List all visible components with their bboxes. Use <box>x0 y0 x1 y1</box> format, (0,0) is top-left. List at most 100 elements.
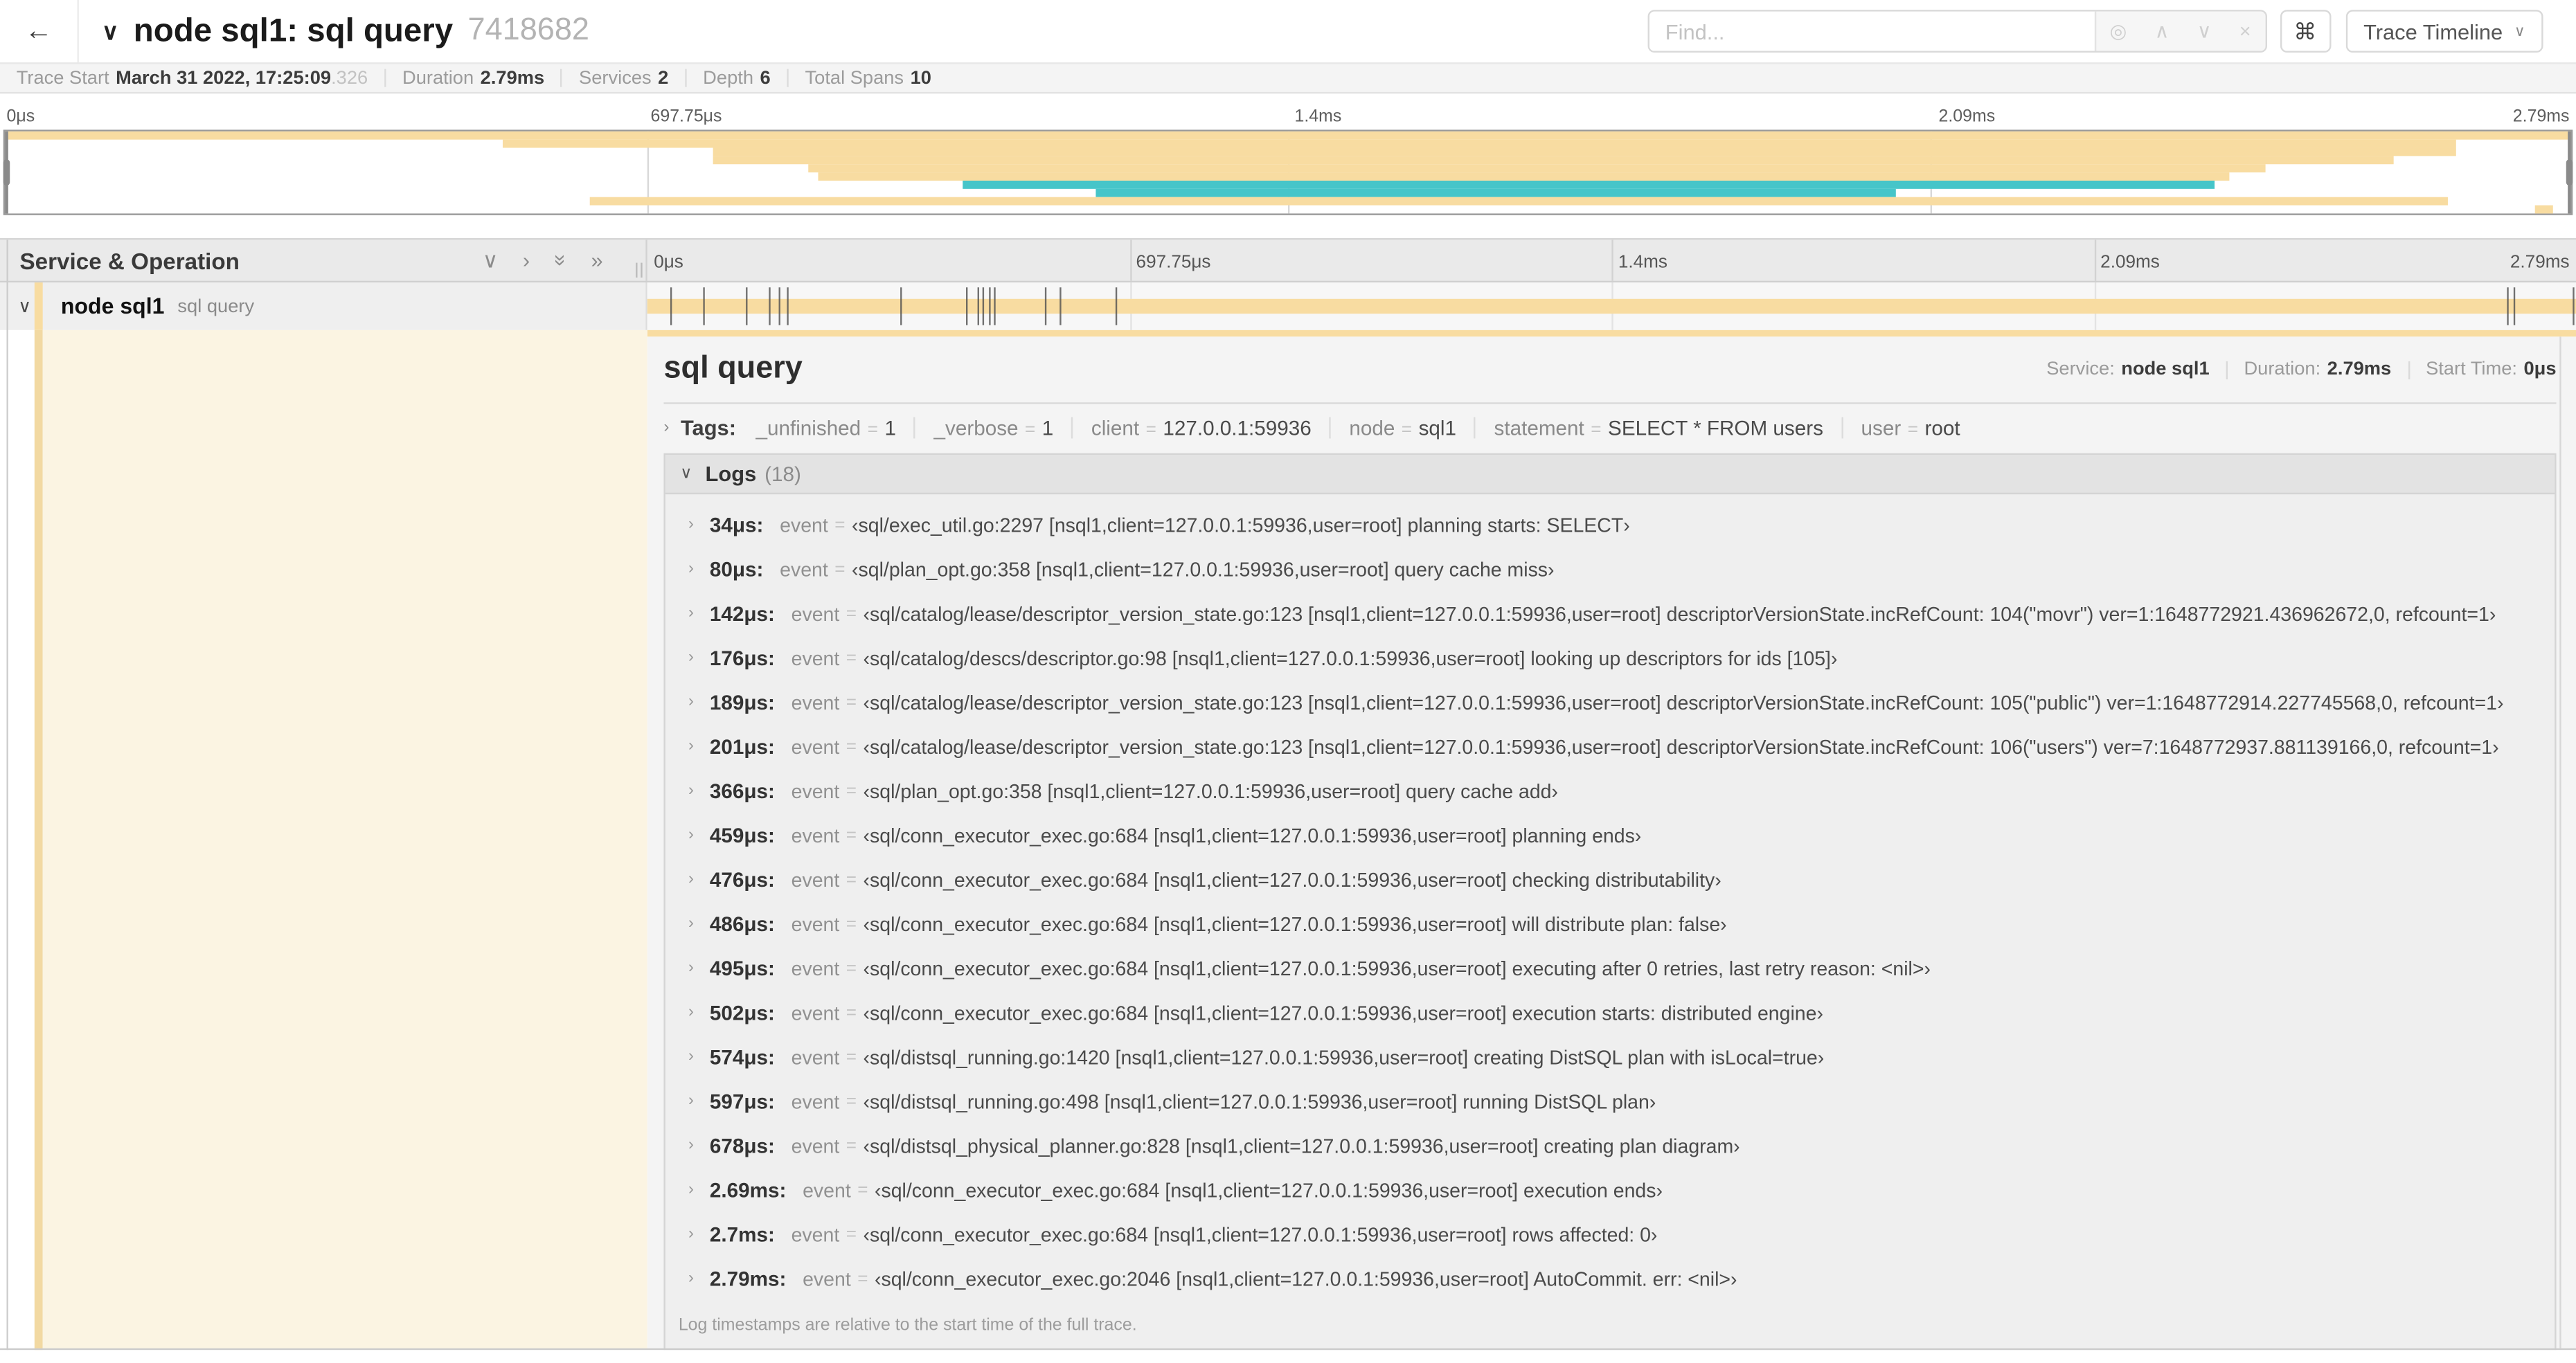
log-timestamp: 80μs: <box>709 557 764 581</box>
tag-key: _verbose <box>933 416 1019 440</box>
divider <box>1474 417 1476 439</box>
tag-equals: = <box>1907 419 1919 440</box>
keyboard-shortcuts-button[interactable]: ⌘ <box>2280 10 2331 53</box>
collapse-one-icon[interactable]: ∨ <box>483 250 499 271</box>
log-row[interactable]: › 34μs: event = ‹sql/exec_util.go:2297 [nsql… <box>665 503 2555 547</box>
log-row[interactable]: › 678μs: event = ‹sql/distsql_physical_plann… <box>665 1123 2555 1168</box>
tree-controls: ∨ › » » <box>483 250 603 271</box>
collapse-all-icon[interactable]: » <box>548 254 573 266</box>
detail-top-accent <box>647 330 2576 337</box>
chevron-right-icon: › <box>688 737 694 756</box>
clear-find-icon[interactable]: × <box>2239 21 2251 41</box>
log-row[interactable]: › 574μs: event = ‹sql/distsql_running.go:142… <box>665 1035 2555 1079</box>
log-marker-tick[interactable] <box>988 287 991 325</box>
view-select-button[interactable]: Trace Timeline ∨ <box>2345 10 2543 53</box>
log-row[interactable]: › 486μs: event = ‹sql/conn_executor_exec.go:… <box>665 901 2555 946</box>
minimap-tick-label: 697.75μs <box>650 107 722 127</box>
minimap-tick-label: 0μs <box>6 107 35 127</box>
minimap-scrubber-right[interactable] <box>2566 131 2573 214</box>
log-marker-tick[interactable] <box>670 287 672 325</box>
log-row[interactable]: › 2.7ms: event = ‹sql/conn_executor_exec.go:… <box>665 1212 2555 1256</box>
tags-label: Tags: <box>681 415 737 440</box>
log-field-key: event <box>791 1222 840 1246</box>
log-row[interactable]: › 476μs: event = ‹sql/conn_executor_exec.go:… <box>665 857 2555 901</box>
log-marker-tick[interactable] <box>1044 287 1046 325</box>
tags-accordion[interactable]: › Tags: _unfinished = 1 _verbose = 1 client = 127.… <box>663 415 2556 440</box>
log-row[interactable]: › 597μs: event = ‹sql/distsql_running.go:498… <box>665 1079 2555 1123</box>
log-field-equals: = <box>846 737 857 757</box>
log-marker-tick[interactable] <box>745 287 748 325</box>
log-row[interactable]: › 142μs: event = ‹sql/catalog/lease/descript… <box>665 591 2555 635</box>
prev-result-icon[interactable]: ∧ <box>2155 21 2170 41</box>
expand-all-icon[interactable]: » <box>591 250 603 271</box>
tag-key: client <box>1091 416 1140 440</box>
span-bar-cell[interactable] <box>647 282 2576 330</box>
summary-value: 2.79ms <box>480 68 545 88</box>
log-field-equals: = <box>846 692 857 712</box>
log-marker-tick[interactable] <box>1116 287 1118 325</box>
log-marker-tick[interactable] <box>2572 287 2574 325</box>
log-marker-tick[interactable] <box>994 287 996 325</box>
tag-item: user = root <box>1861 416 1960 439</box>
log-row[interactable]: › 2.69ms: event = ‹sql/conn_executor_exec.go… <box>665 1168 2555 1212</box>
scrubber-grip[interactable] <box>2566 159 2573 186</box>
log-row[interactable]: › 2.79ms: event = ‹sql/conn_executor_exec.go… <box>665 1256 2555 1301</box>
detail-meta-value: node sql1 <box>2121 359 2210 380</box>
log-field-value: ‹sql/conn_executor_exec.go:684 [nsql1,cl… <box>863 1222 1658 1246</box>
log-row[interactable]: › 176μs: event = ‹sql/catalog/descs/descript… <box>665 635 2555 680</box>
log-field-key: event <box>791 779 840 802</box>
back-button[interactable]: ← <box>0 0 79 63</box>
minimap-span-bar <box>1095 188 1897 197</box>
minimap-tick-labels: 0μs 697.75μs 1.4ms 2.09ms 2.79ms <box>0 107 2576 126</box>
summary-item: Trace Start March 31 2022, 17:25:09.326 <box>17 68 368 87</box>
log-marker-tick[interactable] <box>977 287 979 325</box>
scrubber-grip[interactable] <box>3 159 10 186</box>
minimap-span-bar <box>818 172 2230 181</box>
summary-value: 10 <box>910 68 931 88</box>
log-marker-tick[interactable] <box>983 287 985 325</box>
log-field-equals: = <box>846 603 857 624</box>
log-marker-tick[interactable] <box>2514 287 2516 325</box>
find-input[interactable] <box>1649 11 2094 51</box>
left-scroll-track[interactable] <box>6 240 8 1351</box>
log-field-key: event <box>791 734 840 758</box>
log-row[interactable]: › 201μs: event = ‹sql/catalog/lease/descript… <box>665 724 2555 768</box>
log-marker-tick[interactable] <box>778 287 780 325</box>
log-marker-tick[interactable] <box>703 287 705 325</box>
expand-one-icon[interactable]: › <box>523 250 530 271</box>
log-row[interactable]: › 502μs: event = ‹sql/conn_executor_exec.go:… <box>665 991 2555 1035</box>
match-highlight-icon[interactable]: ◎ <box>2109 21 2127 41</box>
minimap-scrubber-left[interactable] <box>3 131 10 214</box>
log-row[interactable]: › 495μs: event = ‹sql/conn_executor_exec.go:… <box>665 946 2555 991</box>
log-row[interactable]: › 80μs: event = ‹sql/plan_opt.go:358 [nsql1,… <box>665 547 2555 591</box>
collapse-trace-chevron-icon[interactable]: ∨ <box>102 17 118 45</box>
span-name-cell[interactable]: ∨ node sql1 sql query <box>0 282 647 330</box>
logs-header[interactable]: ∨ Logs (18) <box>665 455 2555 495</box>
minimap-canvas[interactable] <box>3 129 2573 215</box>
column-resize-grip[interactable] <box>636 262 643 278</box>
log-field-equals: = <box>846 781 857 801</box>
chevron-right-icon: › <box>688 782 694 800</box>
detail-meta-value: 2.79ms <box>2327 359 2392 380</box>
divider <box>914 417 916 439</box>
log-marker-tick[interactable] <box>965 287 967 325</box>
log-row[interactable]: › 459μs: event = ‹sql/conn_executor_exec.go:… <box>665 813 2555 857</box>
next-result-icon[interactable]: ∨ <box>2197 21 2212 41</box>
log-row[interactable]: › 189μs: event = ‹sql/catalog/lease/descript… <box>665 680 2555 724</box>
span-collapse-chevron-icon[interactable]: ∨ <box>18 296 31 316</box>
chevron-right-icon: › <box>688 1047 694 1066</box>
span-duration-bar[interactable] <box>647 298 2576 314</box>
log-field-key: event <box>791 1045 840 1069</box>
log-marker-tick[interactable] <box>769 287 771 325</box>
log-marker-tick[interactable] <box>1059 287 1062 325</box>
log-marker-tick[interactable] <box>900 287 902 325</box>
log-marker-tick[interactable] <box>786 287 788 325</box>
log-row[interactable]: › 366μs: event = ‹sql/plan_opt.go:358 [nsql1… <box>665 768 2555 813</box>
logs-list: › 34μs: event = ‹sql/exec_util.go:2297 [nsql… <box>665 494 2555 1301</box>
span-row[interactable]: ∨ node sql1 sql query <box>0 282 2576 330</box>
log-timestamp: 597μs: <box>709 1090 775 1113</box>
log-field-key: event <box>791 646 840 669</box>
right-scroll-track[interactable] <box>2559 336 2561 1348</box>
header-controls: ◎ ∧ ∨ × ⌘ Trace Timeline ∨ <box>1647 10 2543 53</box>
log-marker-tick[interactable] <box>2506 287 2509 325</box>
